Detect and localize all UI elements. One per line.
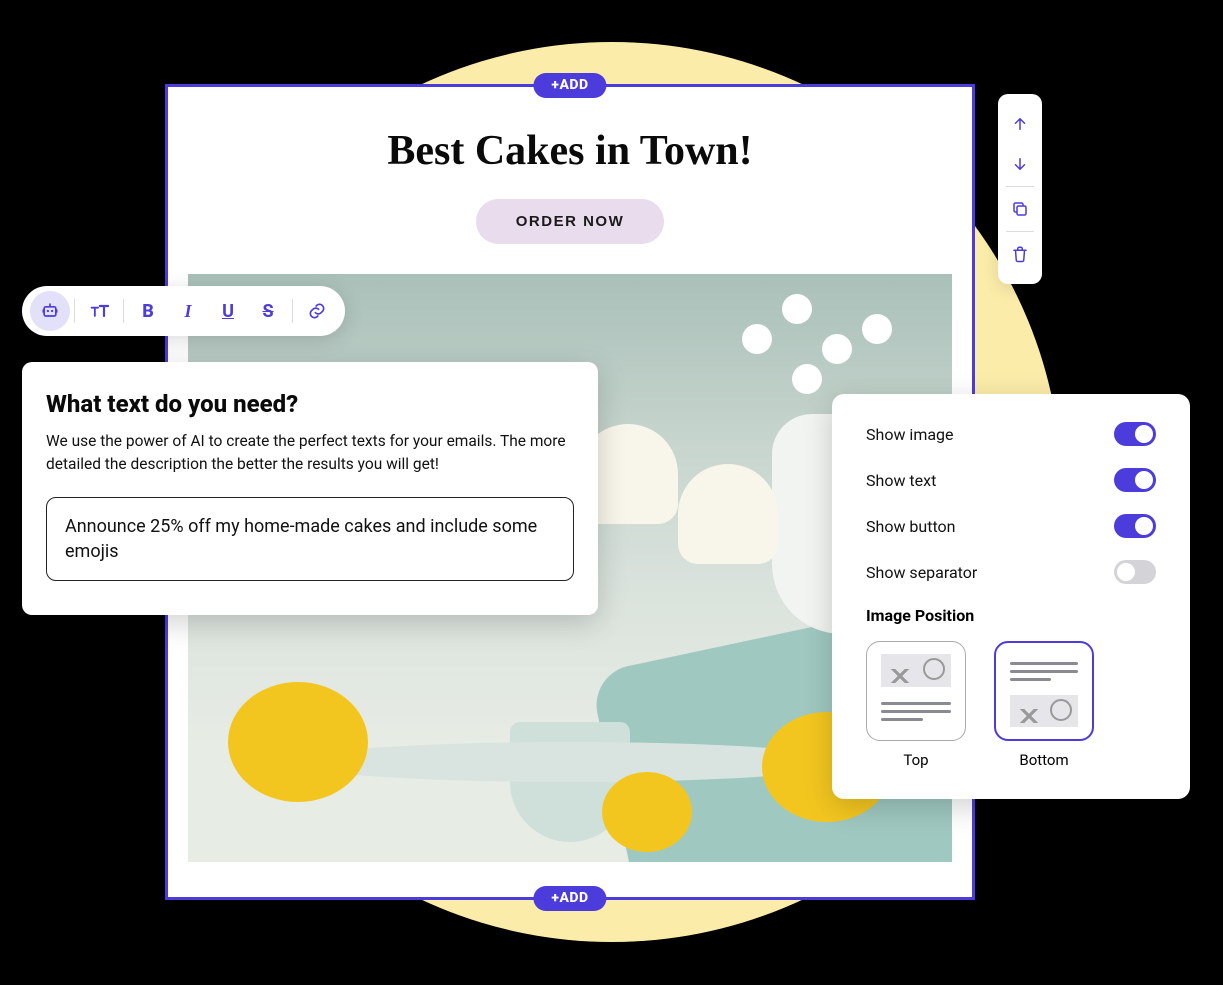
delete-button[interactable]	[1002, 234, 1038, 274]
move-up-button[interactable]	[1002, 104, 1038, 144]
link-icon	[307, 301, 327, 321]
ai-text-panel: What text do you need? We use the power …	[22, 362, 598, 615]
layout-thumb-text-icon	[1010, 655, 1078, 687]
block-actions-bar	[998, 94, 1042, 284]
toggle-label: Show separator	[866, 563, 977, 582]
ai-assist-button[interactable]	[30, 291, 70, 331]
toggle-label: Show button	[866, 517, 956, 536]
ai-prompt-input[interactable]	[46, 497, 574, 581]
strikethrough-button[interactable]: S	[248, 291, 288, 331]
link-button[interactable]	[297, 291, 337, 331]
show-button-toggle[interactable]	[1114, 514, 1156, 538]
underline-button[interactable]: U	[208, 291, 248, 331]
toggle-show-button: Show button	[866, 514, 1156, 538]
layout-thumb-image-icon	[881, 654, 951, 687]
toggle-label: Show text	[866, 471, 936, 490]
robot-icon	[40, 301, 60, 321]
add-block-bottom-button[interactable]: +ADD	[533, 886, 606, 911]
toggle-show-text: Show text	[866, 468, 1156, 492]
layout-thumb-image-icon	[1010, 695, 1078, 727]
block-settings-panel: Show image Show text Show button Show se…	[832, 394, 1190, 799]
image-position-label: Image Position	[866, 606, 1156, 625]
bold-button[interactable]: B	[128, 291, 168, 331]
position-label: Top	[866, 751, 966, 769]
toggle-show-image: Show image	[866, 422, 1156, 446]
show-text-toggle[interactable]	[1114, 468, 1156, 492]
image-position-bottom[interactable]: Bottom	[994, 641, 1094, 769]
arrow-down-icon	[1011, 155, 1029, 173]
copy-icon	[1011, 200, 1029, 218]
text-size-button[interactable]	[79, 291, 119, 331]
ai-panel-title: What text do you need?	[46, 390, 574, 418]
add-block-top-button[interactable]: +ADD	[533, 73, 606, 98]
text-format-toolbar: B I U S	[22, 286, 345, 336]
add-label: +ADD	[551, 890, 588, 906]
hero-title[interactable]: Best Cakes in Town!	[168, 127, 972, 175]
toggle-label: Show image	[866, 425, 954, 444]
add-label: +ADD	[551, 77, 588, 93]
position-label: Bottom	[994, 751, 1094, 769]
text-size-icon	[89, 301, 109, 321]
duplicate-button[interactable]	[1002, 189, 1038, 229]
arrow-up-icon	[1011, 115, 1029, 133]
toggle-show-separator: Show separator	[866, 560, 1156, 584]
italic-button[interactable]: I	[168, 291, 208, 331]
show-separator-toggle[interactable]	[1114, 560, 1156, 584]
trash-icon	[1011, 245, 1029, 263]
ai-panel-description: We use the power of AI to create the per…	[46, 430, 574, 477]
order-now-button[interactable]: ORDER NOW	[476, 199, 665, 244]
move-down-button[interactable]	[1002, 144, 1038, 184]
image-position-options: Top Bottom	[866, 641, 1156, 769]
layout-thumb-text-icon	[881, 695, 951, 728]
image-position-top[interactable]: Top	[866, 641, 966, 769]
show-image-toggle[interactable]	[1114, 422, 1156, 446]
